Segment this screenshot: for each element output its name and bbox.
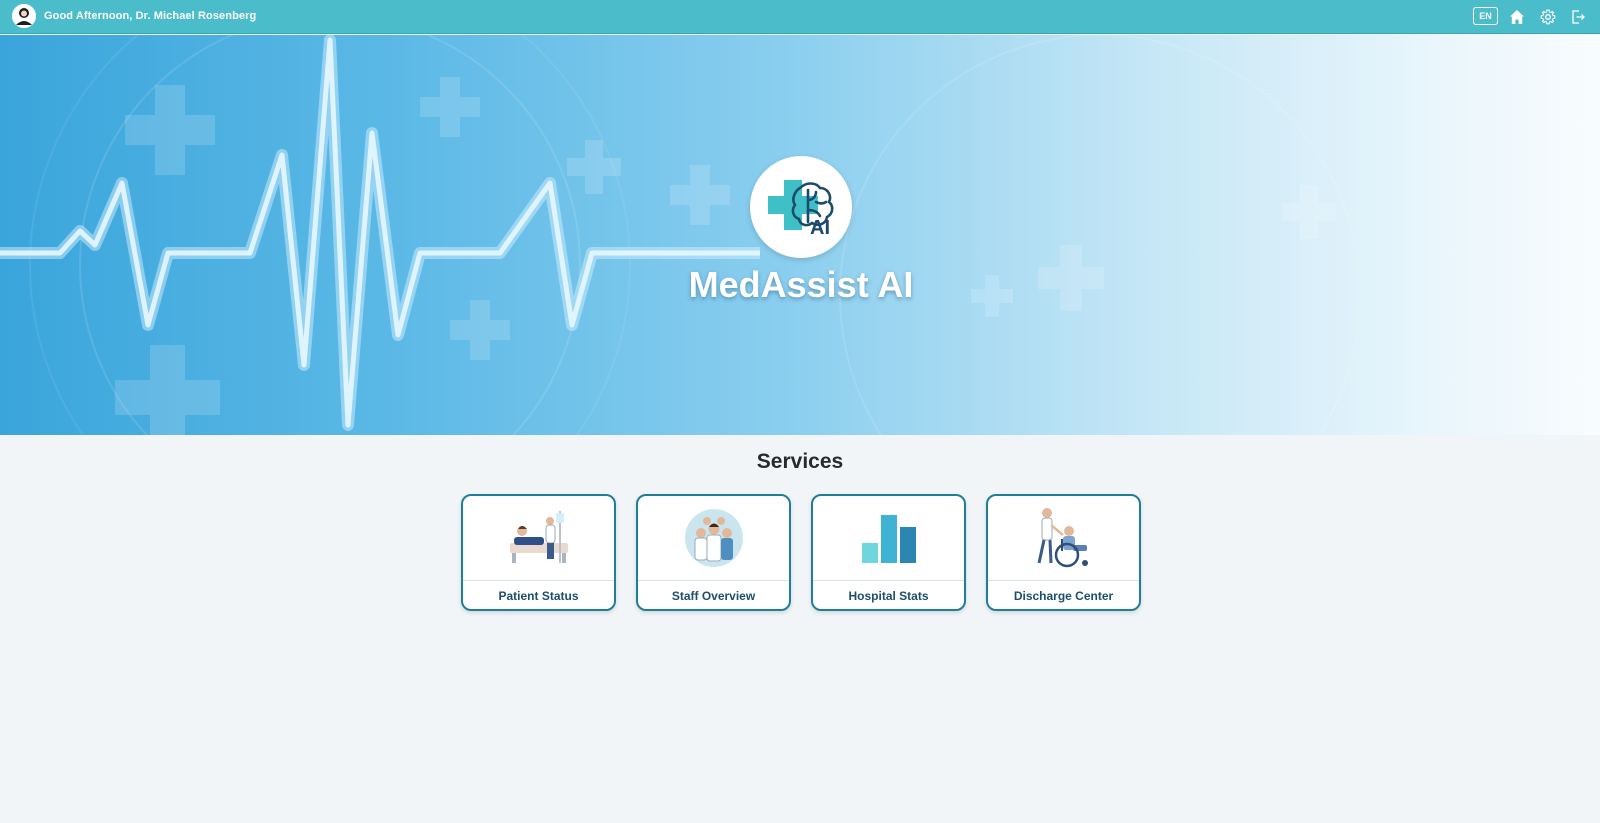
logo-ai-text: AI	[810, 217, 830, 239]
wheelchair-icon	[988, 496, 1139, 580]
service-card-patient-status[interactable]: Patient Status	[461, 494, 616, 611]
service-card-staff-overview[interactable]: Staff Overview	[636, 494, 791, 611]
app-title: MedAssist AI	[688, 264, 914, 305]
home-icon[interactable]	[1506, 6, 1528, 28]
service-card-label: Hospital Stats	[848, 589, 929, 603]
app-logo: AI	[750, 156, 852, 258]
service-card-discharge-center[interactable]: Discharge Center	[986, 494, 1141, 611]
services-heading: Services	[756, 450, 844, 473]
logout-icon[interactable]	[1567, 6, 1589, 28]
service-card-label: Staff Overview	[671, 589, 756, 603]
hero-banner: AI MedAssist AI	[0, 35, 1600, 435]
service-card-label: Discharge Center	[1013, 589, 1114, 603]
language-button[interactable]: EN	[1473, 7, 1498, 25]
top-bar: Good Afternoon, Dr. Michael Rosenberg EN	[0, 0, 1600, 34]
service-card-hospital-stats[interactable]: Hospital Stats	[811, 494, 966, 611]
greeting-text: Good Afternoon, Dr. Michael Rosenberg	[44, 10, 257, 22]
staff-group-icon	[638, 496, 789, 580]
patient-bed-icon	[463, 496, 614, 580]
gear-icon[interactable]	[1537, 6, 1559, 28]
bar-chart-icon	[813, 496, 964, 580]
avatar-icon[interactable]	[12, 4, 36, 28]
service-card-label: Patient Status	[498, 589, 579, 603]
